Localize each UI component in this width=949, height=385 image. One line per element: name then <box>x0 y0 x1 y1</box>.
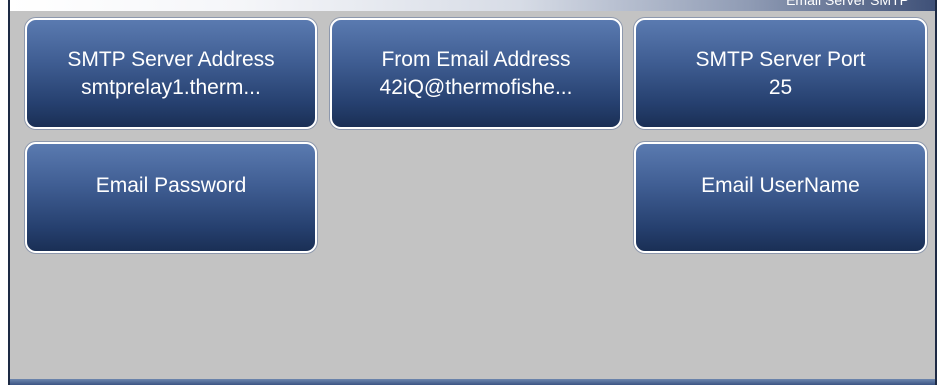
email-password-label: Email Password <box>95 174 247 197</box>
settings-screen: Email Server SMTP SMTP Server Address sm… <box>8 0 937 385</box>
smtp-server-address-label: SMTP Server Address <box>67 48 275 71</box>
smtp-server-port-value: 25 <box>768 76 793 99</box>
smtp-server-address-value: smtprelay1.therm... <box>81 76 261 99</box>
smtp-server-port-label: SMTP Server Port <box>695 48 866 71</box>
email-username-button[interactable]: Email UserName <box>634 142 927 253</box>
email-password-button[interactable]: Email Password <box>25 142 317 253</box>
screen-title: Email Server SMTP <box>786 0 909 8</box>
email-username-label: Email UserName <box>701 174 860 197</box>
smtp-server-address-button[interactable]: SMTP Server Address smtprelay1.therm... <box>25 18 317 129</box>
from-email-address-button[interactable]: From Email Address 42iQ@thermofishe... <box>330 18 622 129</box>
header-bar: Email Server SMTP <box>10 0 935 11</box>
bottom-bar <box>10 379 935 385</box>
from-email-address-value: 42iQ@thermofishe... <box>379 76 573 99</box>
from-email-address-label: From Email Address <box>381 48 571 71</box>
smtp-server-port-button[interactable]: SMTP Server Port 25 <box>634 18 927 129</box>
